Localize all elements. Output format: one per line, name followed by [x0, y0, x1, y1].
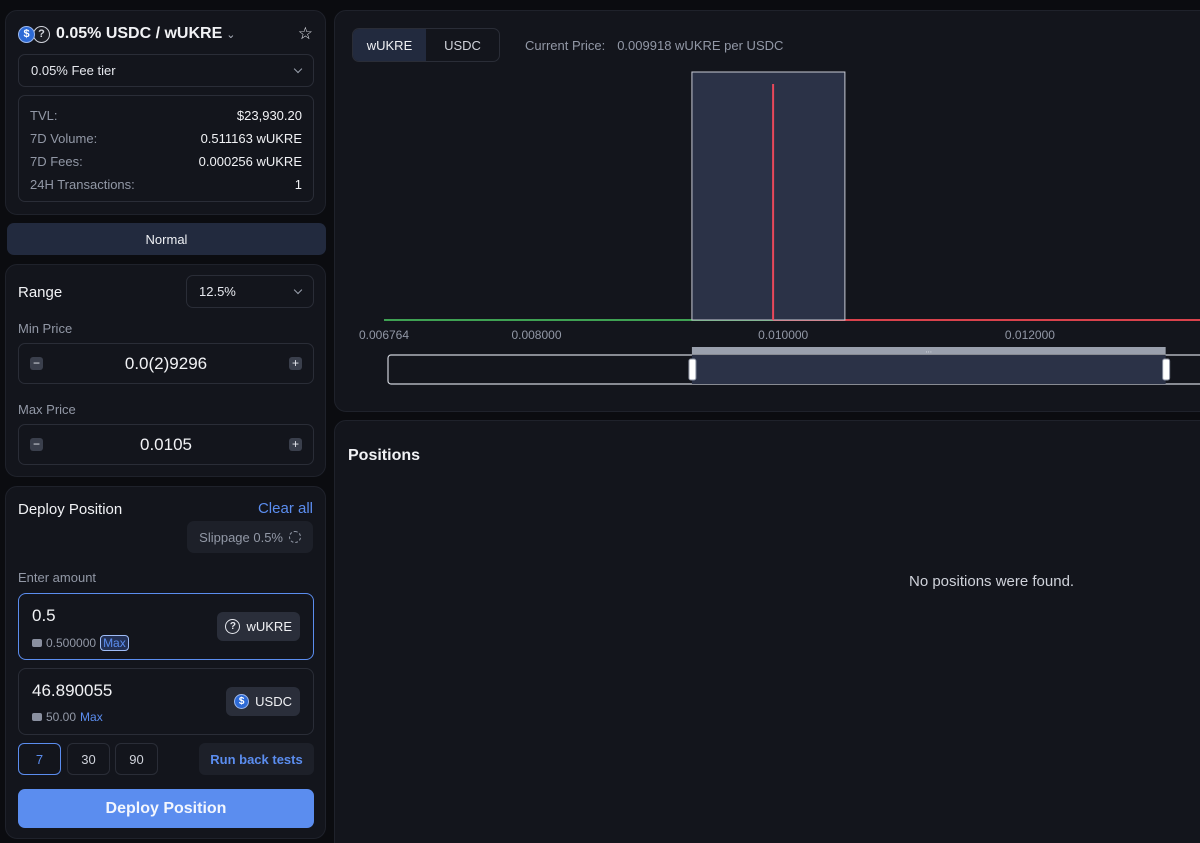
max-price-label: Max Price [18, 402, 76, 417]
enter-amount-label: Enter amount [18, 570, 97, 585]
stat-row-tvl: TVL: $23,930.20 [30, 104, 302, 127]
pool-header[interactable]: $ ? 0.05% USDC / wUKRE ⌄ ☆ [18, 23, 313, 45]
balance: 50.00 Max [32, 710, 103, 724]
clear-all-link[interactable]: Clear all [258, 500, 313, 517]
range-preset-select[interactable]: 12.5% [186, 275, 314, 308]
normal-mode-button[interactable]: Normal [7, 223, 326, 255]
balance: 0.500000 Max [32, 635, 129, 651]
price-denomination-toggle[interactable]: wUKRE USDC [352, 28, 500, 62]
days-7-button[interactable]: 7 [18, 743, 61, 775]
deploy-title: Deploy Position [18, 501, 123, 518]
fee-tier-select[interactable]: 0.05% Fee tier [18, 54, 314, 87]
balance-value: 0.500000 [46, 636, 97, 650]
stat-row-transactions: 24H Transactions: 1 [30, 173, 302, 196]
pool-info-panel: $ ? 0.05% USDC / wUKRE ⌄ ☆ 0.05% Fee tie… [5, 10, 326, 215]
x-tick-label: 0.006764 [359, 328, 409, 342]
amount-value[interactable]: 46.890055 [32, 681, 112, 701]
star-icon[interactable]: ☆ [298, 24, 313, 44]
stat-value: 1 [294, 177, 302, 192]
drag-grip-icon: ⋯ [925, 349, 932, 356]
toggle-wukre[interactable]: wUKRE [353, 29, 426, 61]
liquidity-chart-panel: 0.006764 0.008000 0.010000 0.012000 ⋯ wUKRE … [334, 10, 1200, 412]
current-price-value: 0.009918 wUKRE per USDC [617, 38, 784, 53]
min-price-increment-button[interactable]: + [289, 357, 302, 370]
x-tick-label: 0.010000 [758, 328, 808, 342]
min-price-stepper[interactable]: − 0.0(2)9296 + [18, 343, 314, 384]
positions-panel: Positions No positions were found. [334, 420, 1200, 843]
stat-row-volume: 7D Volume: 0.511163 wUKRE [30, 127, 302, 150]
range-brush-right-handle[interactable] [1162, 358, 1171, 381]
range-brush-left-handle[interactable] [688, 358, 697, 381]
balance-value: 50.00 [46, 710, 77, 724]
max-price-value[interactable]: 0.0105 [140, 435, 192, 455]
stat-label: 24H Transactions: [30, 177, 135, 192]
current-price-label: Current Price: [525, 38, 606, 53]
stat-row-fees: 7D Fees: 0.000256 wUKRE [30, 150, 302, 173]
max-price-decrement-button[interactable]: − [30, 438, 43, 451]
wallet-icon [32, 713, 42, 721]
slippage-label: Slippage 0.5% [199, 529, 283, 545]
stat-label: 7D Volume: [30, 131, 98, 146]
range-panel: Range 12.5% Min Price − 0.0(2)9296 + Max… [5, 264, 326, 477]
amount-input-usdc[interactable]: 46.890055 50.00 Max $ USDC [18, 668, 314, 735]
chevron-down-icon [293, 285, 303, 295]
max-price-stepper[interactable]: − 0.0105 + [18, 424, 314, 465]
positions-empty-message: No positions were found. [909, 573, 1075, 590]
token-select-wukre[interactable]: ? wUKRE [217, 612, 300, 641]
toggle-usdc[interactable]: USDC [426, 29, 499, 61]
chevron-down-icon[interactable]: ⌄ [226, 28, 235, 41]
min-price-decrement-button[interactable]: − [30, 357, 43, 370]
pool-token-icons: $ ? [18, 25, 50, 43]
days-90-button[interactable]: 90 [115, 743, 158, 775]
token-symbol: wUKRE [246, 619, 292, 634]
x-tick-label: 0.008000 [511, 328, 561, 342]
max-button[interactable]: Max [80, 710, 103, 724]
stat-label: 7D Fees: [30, 154, 83, 169]
min-price-value[interactable]: 0.0(2)9296 [125, 354, 207, 374]
deploy-position-panel: Deploy Position Clear all Slippage 0.5% … [5, 486, 326, 839]
max-button[interactable]: Max [100, 635, 129, 651]
stat-label: TVL: [30, 108, 58, 123]
days-30-button[interactable]: 30 [67, 743, 110, 775]
unknown-token-icon: ? [225, 619, 241, 634]
positions-title: Positions [348, 447, 421, 464]
run-back-tests-button[interactable]: Run back tests [199, 743, 314, 775]
wallet-icon [32, 639, 42, 647]
slippage-button[interactable]: Slippage 0.5% [187, 521, 313, 553]
range-brush-selection [691, 355, 1166, 384]
amount-input-wukre[interactable]: 0.5 0.500000 Max ? wUKRE [18, 593, 314, 660]
min-price-label: Min Price [18, 321, 73, 336]
max-price-increment-button[interactable]: + [289, 438, 302, 451]
range-preset-value: 12.5% [199, 284, 236, 299]
x-tick-label: 0.012000 [1005, 328, 1055, 342]
gear-icon [289, 531, 301, 543]
pool-stats: TVL: $23,930.20 7D Volume: 0.511163 wUKR… [18, 95, 314, 202]
deploy-position-button[interactable]: Deploy Position [18, 789, 314, 828]
liquidity-chart[interactable]: 0.006764 0.008000 0.010000 0.012000 ⋯ [335, 11, 1200, 413]
stat-value: 0.000256 wUKRE [198, 154, 302, 169]
liquidity-bar [691, 71, 846, 321]
usdc-token-icon: $ [234, 694, 250, 709]
amount-value[interactable]: 0.5 [32, 606, 56, 626]
current-price: Current Price: 0.009918 wUKRE per USDC [525, 38, 783, 53]
usdc-token-icon: $ [18, 25, 35, 43]
token-symbol: USDC [255, 694, 292, 709]
chevron-down-icon [293, 64, 303, 74]
fee-tier-value: 0.05% Fee tier [31, 63, 116, 78]
stat-value: 0.511163 wUKRE [200, 131, 302, 146]
pool-title[interactable]: 0.05% USDC / wUKRE [56, 25, 222, 43]
token-select-usdc[interactable]: $ USDC [226, 687, 300, 716]
stat-value: $23,930.20 [236, 108, 302, 123]
unknown-token-icon: ? [33, 25, 50, 43]
range-title: Range [18, 284, 63, 301]
